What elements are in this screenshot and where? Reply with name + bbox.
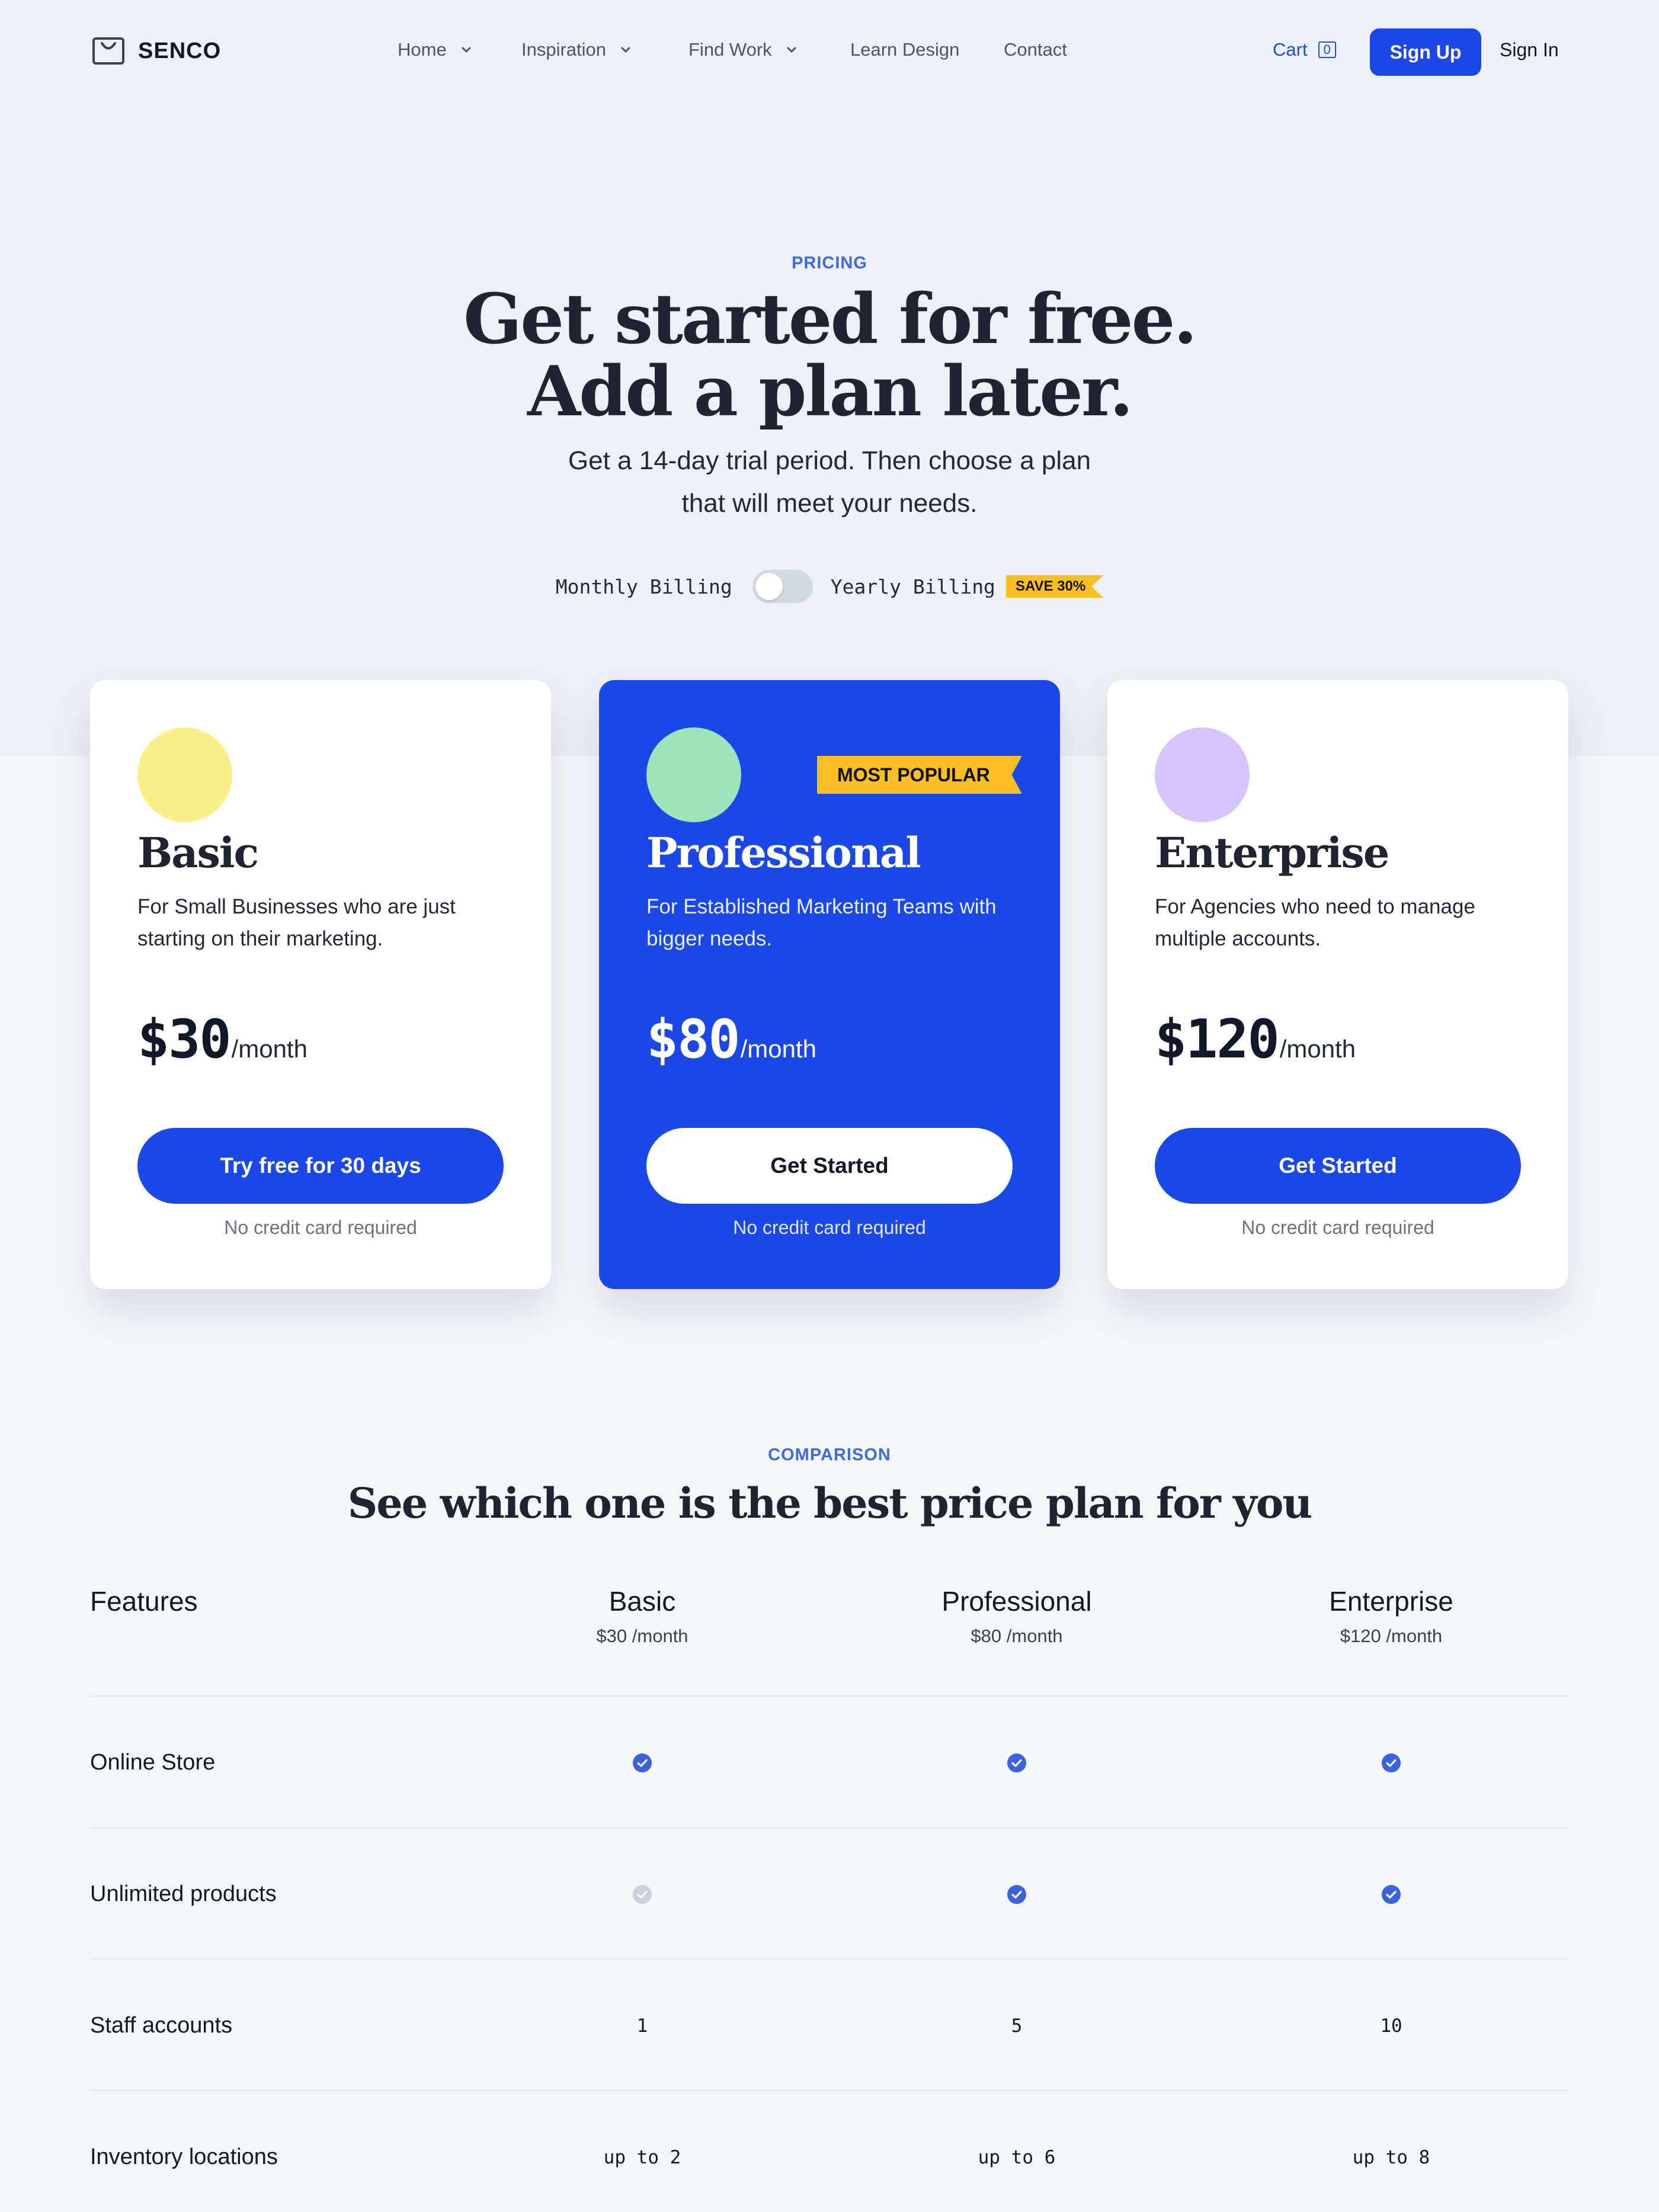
plan-price-period: /month [1279,1035,1356,1063]
plan-description: For Agencies who need to manage multiple… [1155,895,1475,950]
nav-item-label: Inspiration [521,39,607,60]
chevron-down-icon [787,47,796,53]
hero-subtitle-line: that will meet your needs. [681,489,978,518]
brand-name: SENCO [138,38,222,63]
plan-price: $30 /month [137,1008,308,1070]
hero-title: Get started for free. Add a plan later. [0,283,1659,428]
shopping-bag-icon [92,37,125,65]
plan-price-period: /month [740,1035,816,1063]
plan-price: $80 /month [646,1008,816,1070]
cart-link[interactable]: Cart 0 [1273,39,1336,60]
row-divider [90,1695,1569,1697]
nav-item-contact[interactable]: Contact [1004,39,1067,60]
plan-name: Enterprise [1155,828,1389,877]
nav-item-find-work[interactable]: Find Work [688,39,800,60]
hero-title-line: Add a plan later. [527,351,1133,432]
column-header-professional: Professional $80 /month [869,1585,1165,1647]
plan-card-enterprise: Enterprise For Agencies who need to mana… [1107,680,1568,1289]
hero-subtitle: Get a 14-day trial period. Then choose a… [0,440,1659,525]
column-plan-name: Enterprise [1329,1586,1453,1617]
nav-item-learn-design[interactable]: Learn Design [850,39,959,60]
check-icon [1243,1753,1539,1778]
column-header-enterprise: Enterprise $120 /month [1243,1585,1539,1647]
nav-item-inspiration[interactable]: Inspiration [521,39,635,60]
check-disabled-icon [494,1884,790,1909]
plan-price-period: /month [231,1035,308,1063]
nav-item-home[interactable]: Home [398,39,475,60]
hero-title-line: Get started for free. [463,279,1197,360]
sign-in-link[interactable]: Sign In [1500,39,1559,61]
column-plan-price: $30 /month [596,1626,688,1646]
row-divider [90,1827,1569,1828]
billing-switch: Monthly Billing Yearly Billing SAVE 30% [0,570,1659,603]
hero-subtitle-line: Get a 14-day trial period. Then choose a… [568,446,1091,475]
column-plan-price: $80 /month [971,1626,1063,1646]
plan-dot [137,727,232,822]
column-plan-name: Basic [608,1586,676,1617]
cart-count-badge: 0 [1318,41,1336,58]
column-plan-price: $120 /month [1340,1626,1443,1646]
plan-price-amount: $80 [646,1008,741,1070]
nav-item-label: Learn Design [850,39,960,60]
cart-label: Cart [1273,39,1308,60]
chevron-down-icon [621,47,630,53]
chevron-down-icon [462,47,471,53]
feature-value: 10 [1380,2015,1402,2037]
sign-up-button[interactable]: Sign Up [1370,28,1481,76]
features-header: Features [90,1586,198,1617]
monthly-billing-label[interactable]: Monthly Billing [556,575,732,598]
feature-value: 5 [1011,2015,1023,2037]
feature-value: up to 8 [1352,2147,1430,2168]
plan-note: No credit card required [1241,1217,1434,1238]
row-divider [90,2090,1569,2091]
billing-toggle[interactable] [752,570,813,603]
plan-price: $120 /month [1155,1008,1356,1070]
nav-item-label: Find Work [688,39,772,60]
feature-label: Inventory locations [90,2144,278,2169]
toggle-knob [755,573,783,600]
check-icon [869,1884,1165,1909]
pricing-eyebrow: PRICING [792,254,867,273]
plan-price-amount: $120 [1155,1008,1280,1070]
comparison-eyebrow: COMPARISON [768,1445,891,1464]
brand-logo[interactable]: SENCO [92,37,221,65]
check-icon [494,1753,790,1778]
feature-value: up to 2 [603,2147,681,2168]
plan-description: For Small Businesses who are just starti… [137,895,456,950]
column-plan-name: Professional [941,1586,1092,1617]
check-icon [1243,1884,1539,1909]
plan-name: Basic [137,828,259,877]
feature-label: Online Store [90,1750,216,1775]
nav-item-label: Contact [1004,39,1067,60]
plan-name: Professional [646,828,921,877]
most-popular-badge: MOST POPULAR [817,756,1022,794]
yearly-billing-label[interactable]: Yearly Billing [831,575,995,598]
plan-note: No credit card required [224,1217,417,1238]
plan-description: For Established Marketing Teams with big… [646,895,997,950]
plan-price-amount: $30 [137,1008,232,1070]
save-badge: SAVE 30% [1005,575,1104,598]
column-header-basic: Basic $30 /month [494,1585,790,1647]
plan-card-basic: Basic For Small Businesses who are just … [90,680,551,1289]
feature-value: up to 6 [978,2147,1056,2168]
row-divider [90,1958,1569,1960]
comparison-title: See which one is the best price plan for… [347,1479,1313,1528]
get-started-button[interactable]: Get Started [1155,1128,1521,1204]
try-free-button[interactable]: Try free for 30 days [137,1128,504,1204]
plan-card-professional: MOST POPULAR Professional For Establishe… [599,680,1060,1289]
plan-note: No credit card required [733,1217,926,1238]
nav-item-label: Home [398,39,447,60]
get-started-button[interactable]: Get Started [646,1128,1013,1204]
check-icon [869,1753,1165,1778]
plan-dot [646,727,741,822]
feature-label: Unlimited products [90,1881,277,1906]
feature-label: Staff accounts [90,2013,233,2038]
feature-value: 1 [636,2015,648,2037]
plan-dot [1155,727,1250,822]
